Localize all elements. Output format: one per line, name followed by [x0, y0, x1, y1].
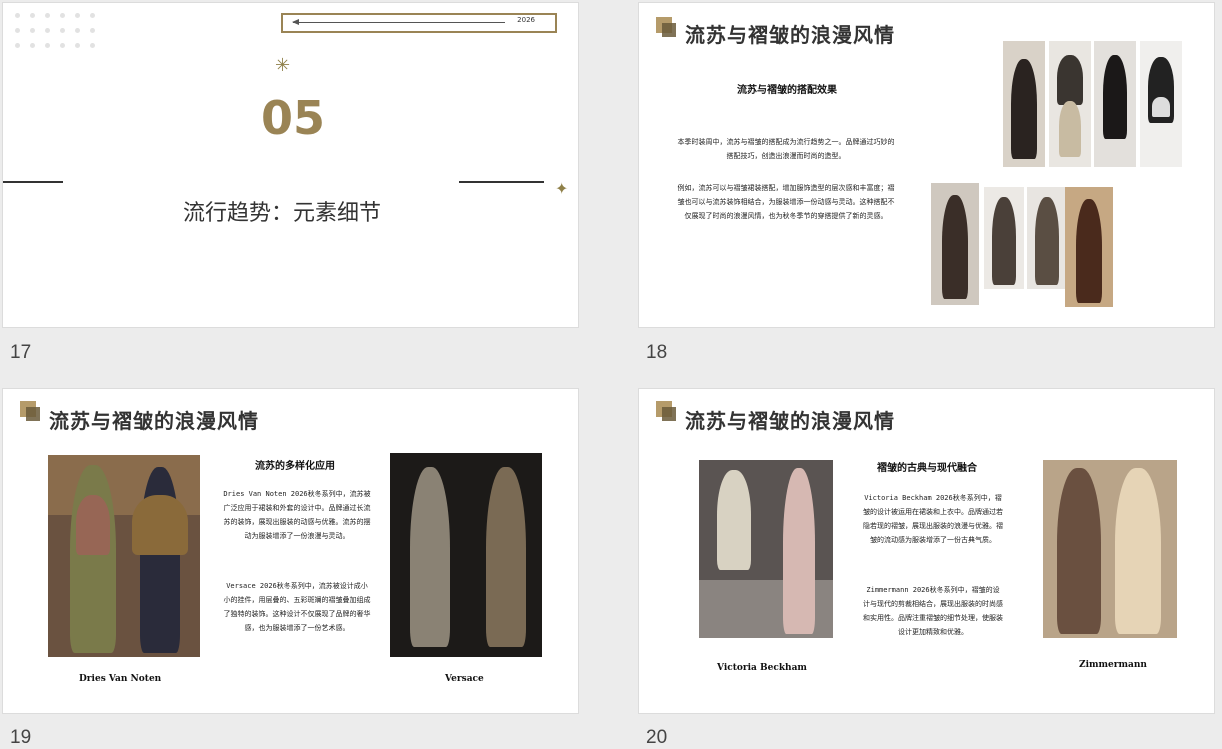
sparkle-icon: ✦ — [555, 179, 569, 198]
runway-photo — [984, 187, 1024, 289]
title-badge-icon — [656, 401, 676, 421]
runway-photo — [48, 455, 200, 657]
slide-thumbnail-17[interactable]: 2026 ✳ ✦ 05 流行趋势：元素细节 — [3, 3, 578, 327]
runway-photo — [1094, 41, 1136, 167]
title-badge-icon — [656, 17, 676, 37]
paragraph: Dries Van Noten 2026秋冬系列中，流苏被广泛应用于裙装和外套的… — [223, 490, 371, 540]
paragraph: 本季时装周中，流苏与褶皱的搭配成为流行趋势之一。品牌通过巧妙的搭配技巧，创造出浪… — [677, 138, 895, 160]
photo-caption: Zimmermann — [1079, 660, 1147, 670]
year-label: 2026 — [517, 16, 535, 24]
runway-photo — [390, 453, 542, 657]
paragraph: Zimmermann 2026秋冬系列中，褶皱的设计与现代的剪裁相结合，展现出服… — [863, 586, 1003, 636]
divider-line — [3, 181, 63, 183]
runway-photo — [1043, 460, 1177, 638]
divider-line — [459, 181, 544, 183]
title-badge-icon — [20, 401, 40, 421]
section-heading: 褶皱的古典与现代融合 — [877, 463, 977, 474]
slide-number: 20 — [646, 727, 668, 748]
photo-caption: Victoria Beckham — [717, 663, 807, 673]
paragraph: Versace 2026秋冬系列中，流苏被设计成小小的挂件，用层叠的、五彩斑斓的… — [223, 582, 371, 632]
slide-number: 18 — [646, 342, 668, 363]
runway-photo — [699, 460, 833, 638]
slide-thumbnail-20[interactable]: 流苏与褶皱的浪漫风情 褶皱的古典与现代融合 Victoria Beckham 2… — [639, 389, 1214, 713]
runway-photo — [1003, 41, 1045, 167]
year-banner: 2026 — [281, 13, 557, 33]
arrow-left-icon — [292, 19, 505, 25]
slide-number: 17 — [10, 342, 32, 363]
section-number: 05 — [261, 91, 326, 145]
runway-photo — [1065, 187, 1113, 307]
decorative-dot-grid — [15, 13, 105, 55]
sparkle-icon: ✳ — [275, 55, 291, 76]
slide-title: 流苏与褶皱的浪漫风情 — [685, 409, 895, 433]
runway-photo — [1049, 41, 1091, 167]
runway-photo — [1140, 41, 1182, 167]
section-heading: 流苏的多样化应用 — [255, 461, 335, 472]
runway-photo — [931, 183, 979, 305]
photo-caption: Versace — [445, 674, 484, 684]
slide-title: 流苏与褶皱的浪漫风情 — [49, 409, 259, 433]
section-subtitle: 流行趋势：元素细节 — [183, 201, 382, 226]
photo-caption: Dries Van Noten — [79, 674, 162, 684]
paragraph: Victoria Beckham 2026秋冬系列中，褶皱的设计被运用在裙装和上… — [863, 494, 1003, 544]
slide-thumbnail-19[interactable]: 流苏与褶皱的浪漫风情 流苏的多样化应用 Dries Van Noten 2026… — [3, 389, 578, 713]
runway-photo — [1027, 187, 1067, 289]
slide-thumbnail-18[interactable]: 流苏与褶皱的浪漫风情 流苏与褶皱的搭配效果 本季时装周中，流苏与褶皱的搭配成为流… — [639, 3, 1214, 327]
slide-number: 19 — [10, 727, 32, 748]
slide-title: 流苏与褶皱的浪漫风情 — [685, 23, 895, 47]
paragraph: 例如，流苏可以与褶皱裙装搭配，增加服饰造型的层次感和丰富度；褶皱也可以与流苏装饰… — [677, 184, 895, 220]
section-heading: 流苏与褶皱的搭配效果 — [737, 85, 837, 96]
